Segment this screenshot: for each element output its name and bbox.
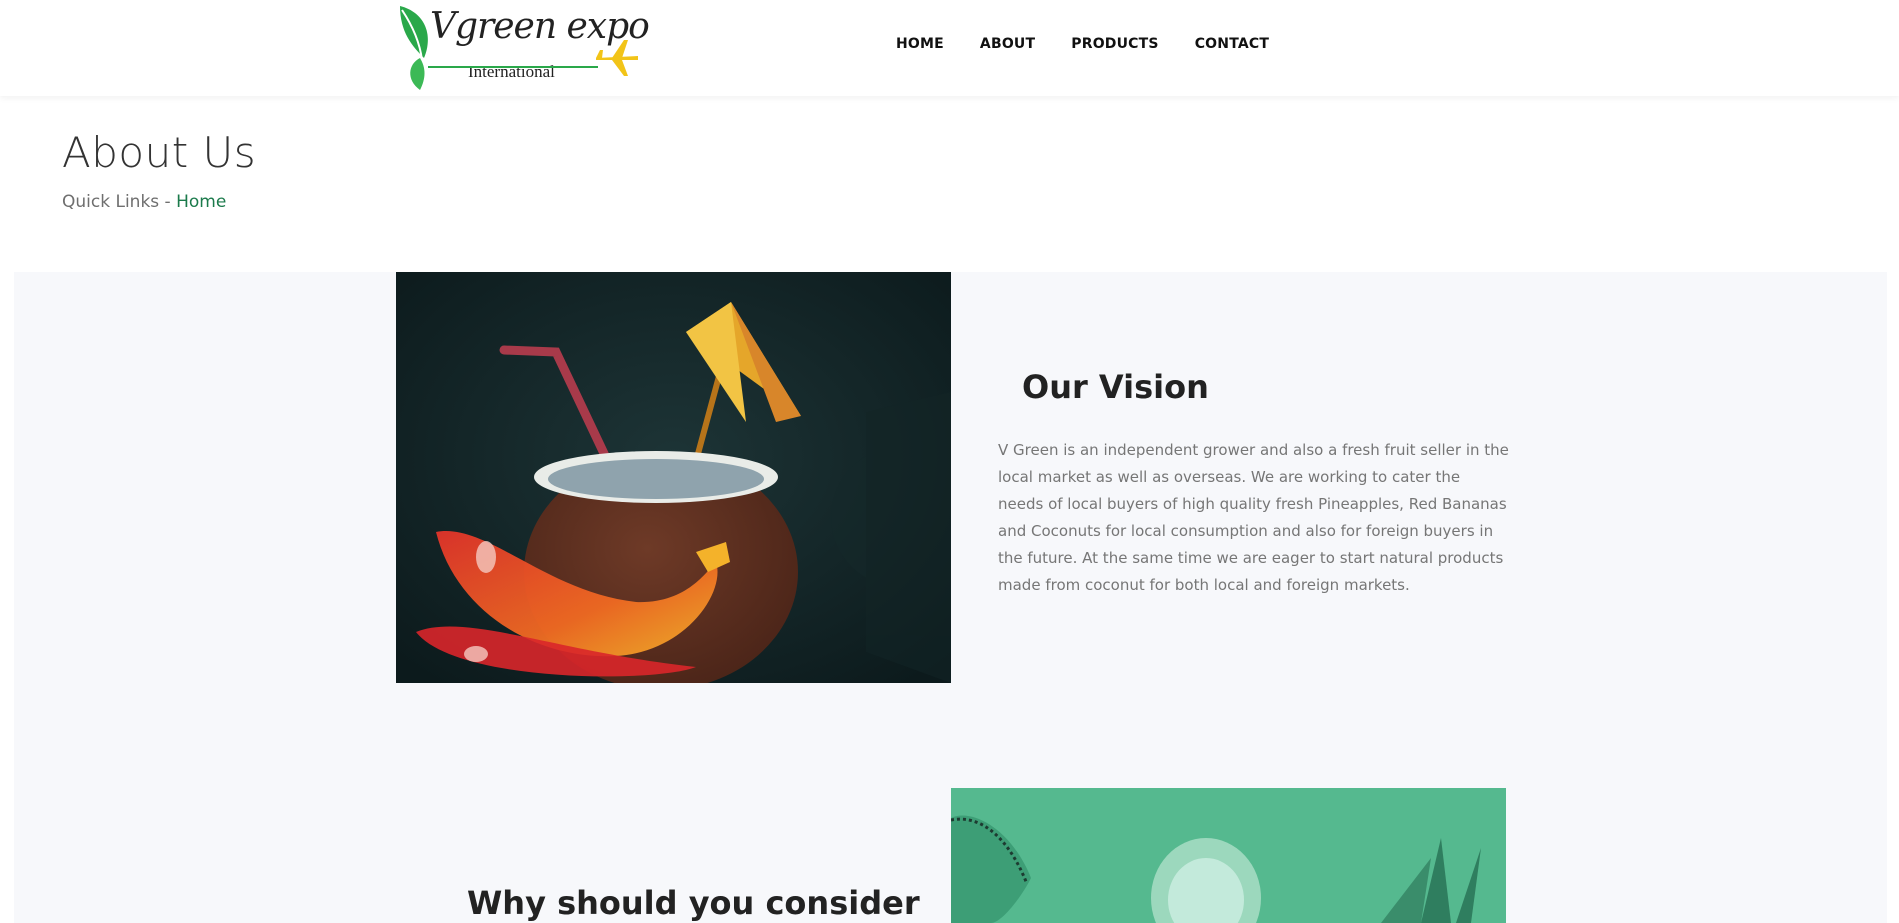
plane-icon [596, 40, 638, 76]
brand-logo[interactable]: Vgreen expo International [394, 2, 650, 92]
nav-contact[interactable]: CONTACT [1195, 36, 1269, 52]
breadcrumb-prefix: Quick Links - [62, 192, 177, 212]
vision-title: Our Vision [1022, 368, 1209, 406]
breadcrumb-home-link[interactable]: Home [176, 192, 226, 212]
nav-about[interactable]: ABOUT [980, 36, 1035, 52]
coconut-drink-image [396, 272, 971, 690]
coconut-green-image [951, 788, 1506, 923]
main-nav: HOME ABOUT PRODUCTS CONTACT [896, 36, 1305, 52]
nav-home[interactable]: HOME [896, 36, 944, 52]
nav-products[interactable]: PRODUCTS [1071, 36, 1158, 52]
logo-underline [428, 66, 598, 68]
why-title: Why should you consider [467, 884, 920, 922]
site-header: Vgreen expo International HOME ABOUT PRO… [0, 0, 1899, 96]
page-title: About Us [62, 128, 257, 177]
vision-text: V Green is an independent grower and als… [998, 441, 1509, 594]
breadcrumb: Quick Links - Home [62, 192, 226, 212]
brand-tagline: International [468, 62, 555, 81]
